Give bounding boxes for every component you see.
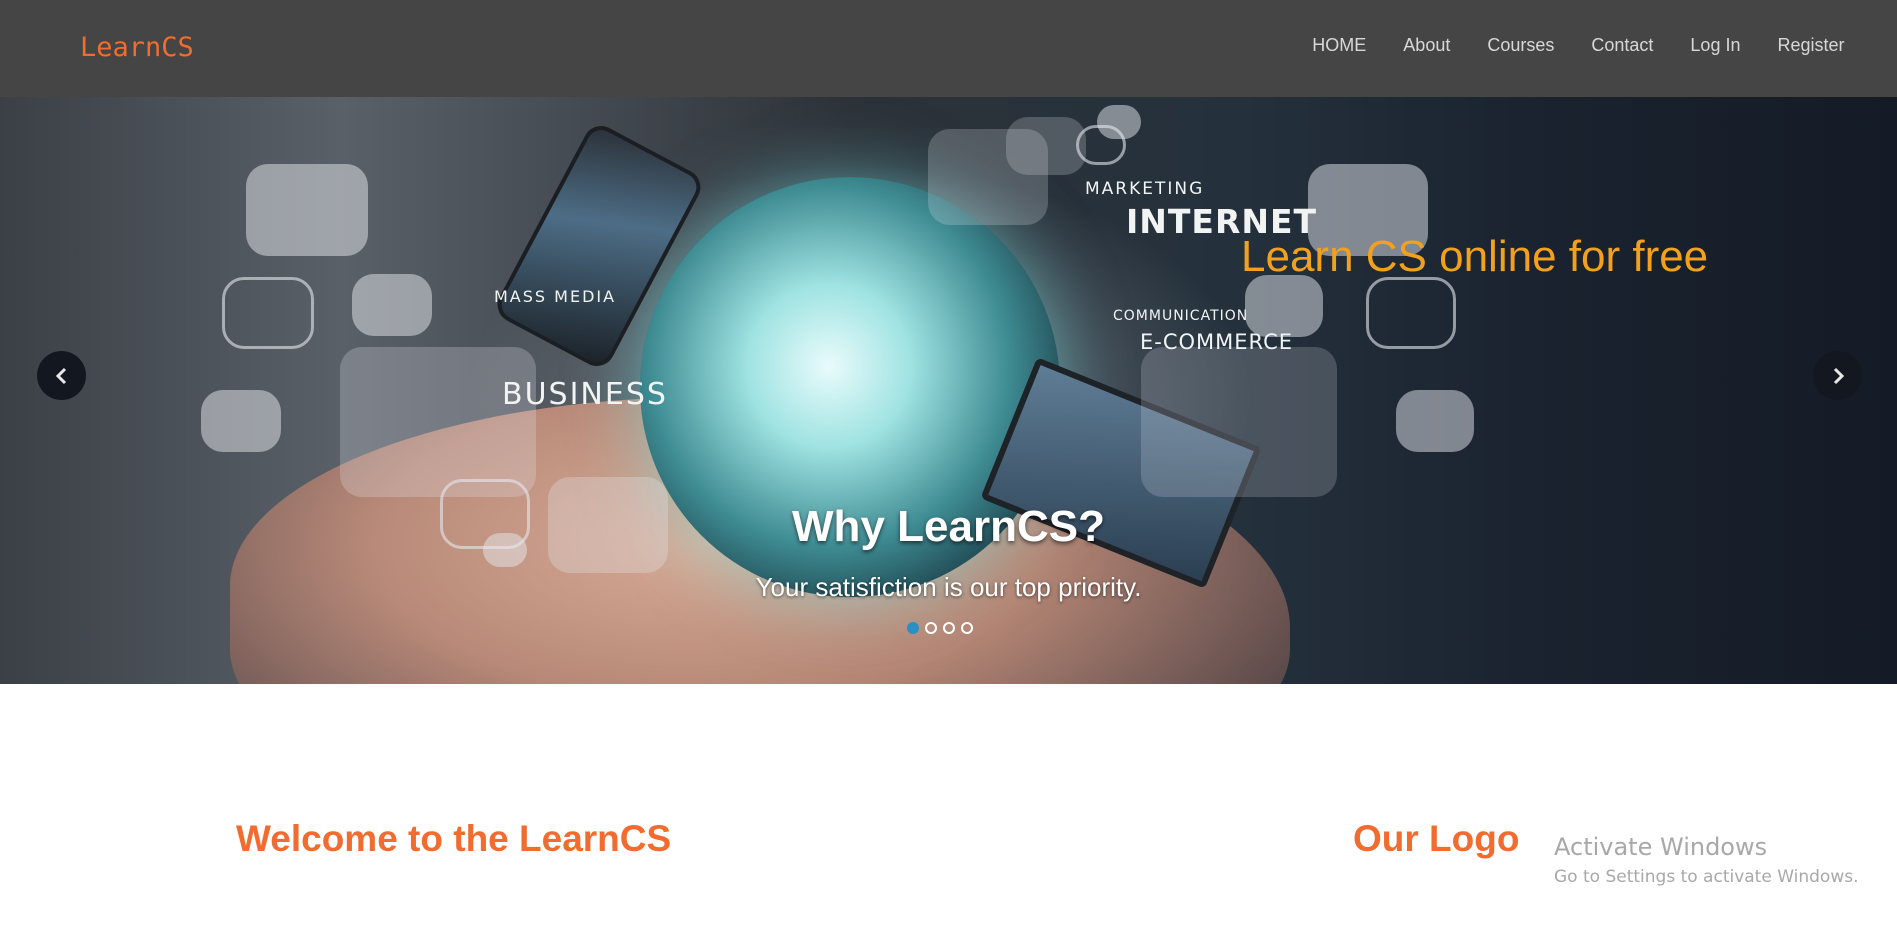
communication-label: COMMUNICATION (1113, 308, 1249, 324)
nav-menu: HOME About Courses Contact Log In Regist… (1294, 0, 1863, 97)
marketing-label: MARKETING (1085, 179, 1205, 199)
hero-carousel: MARKETING INTERNET MASS MEDIA COMMUNICAT… (0, 97, 1897, 684)
brand-logo[interactable]: LearnCS (80, 30, 194, 66)
chevron-right-icon (1833, 367, 1844, 384)
hero-tagline: Learn CS online for free (1241, 232, 1709, 281)
ecommerce-label: E-COMMERCE (1140, 330, 1294, 354)
carousel-next-button[interactable] (1813, 351, 1862, 400)
glass-tile (201, 390, 281, 452)
glass-tile (1396, 390, 1474, 452)
activate-windows-title: Activate Windows (1554, 833, 1768, 861)
glass-tile (1141, 347, 1337, 497)
activate-windows-subtitle: Go to Settings to activate Windows. (1554, 867, 1859, 887)
carousel-indicator-4[interactable] (961, 622, 973, 634)
glass-tile (1245, 275, 1323, 337)
welcome-heading: Welcome to the LearnCS (236, 818, 672, 859)
carousel-indicator-2[interactable] (925, 622, 937, 634)
glass-tile (340, 347, 536, 497)
carousel-caption-text: Your satisfiction is our top priority. (755, 572, 1142, 602)
carousel-indicator-3[interactable] (943, 622, 955, 634)
glass-tile (1006, 117, 1086, 175)
business-label: BUSINESS (502, 377, 668, 412)
nav-about[interactable]: About (1385, 0, 1469, 94)
glass-tile (1366, 277, 1456, 349)
nav-login[interactable]: Log In (1672, 0, 1759, 94)
nav-register[interactable]: Register (1759, 0, 1863, 94)
logo-heading: Our Logo (1353, 818, 1520, 859)
carousel-prev-button[interactable] (37, 351, 86, 400)
glass-tile (222, 277, 314, 349)
carousel-indicators (907, 622, 973, 634)
carousel-indicator-1[interactable] (907, 622, 919, 634)
glass-tile (246, 164, 368, 256)
glass-tile (1097, 105, 1141, 139)
mass-media-label: MASS MEDIA (494, 287, 617, 306)
nav-home[interactable]: HOME (1294, 0, 1385, 94)
nav-contact[interactable]: Contact (1573, 0, 1672, 94)
glass-tile (352, 274, 432, 336)
navbar: LearnCS HOME About Courses Contact Log I… (0, 0, 1897, 97)
nav-courses[interactable]: Courses (1469, 0, 1573, 94)
chevron-left-icon (55, 367, 66, 384)
carousel-caption-title: Why LearnCS? (792, 502, 1105, 551)
